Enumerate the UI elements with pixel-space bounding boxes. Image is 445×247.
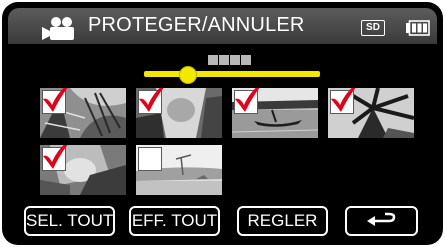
return-arrow-icon	[367, 212, 396, 226]
title-bar: PROTEGER/ANNULER SD	[8, 8, 437, 44]
page-dots-icon	[208, 55, 251, 65]
select-checkbox[interactable]	[138, 147, 162, 171]
thumbnail-5[interactable]	[40, 145, 126, 195]
scroll-thumb[interactable]	[179, 66, 197, 84]
checkmark-icon	[235, 88, 260, 112]
back-button[interactable]	[345, 206, 418, 236]
thumbnail-4[interactable]	[328, 88, 414, 138]
battery-full-icon	[406, 20, 430, 36]
video-camera-icon	[42, 17, 74, 40]
checkmark-icon	[43, 145, 68, 169]
set-button[interactable]: REGLER	[237, 206, 328, 236]
sd-card-badge: SD	[361, 20, 385, 36]
clear-all-button[interactable]: EFF. TOUT	[129, 206, 220, 236]
thumbnail-6[interactable]	[136, 145, 222, 195]
checkmark-icon	[331, 88, 356, 112]
checkmark-icon	[43, 88, 68, 112]
lcd-screen: PROTEGER/ANNULER SD SEL. TOUT EFF. TOUT …	[2, 2, 443, 245]
checkmark-icon	[139, 88, 164, 112]
scroll-bar[interactable]	[144, 71, 320, 77]
thumbnail-3[interactable]	[232, 88, 318, 138]
page-title: PROTEGER/ANNULER	[88, 14, 305, 36]
thumbnail-1[interactable]	[40, 88, 126, 138]
thumbnail-2[interactable]	[136, 88, 222, 138]
select-all-button[interactable]: SEL. TOUT	[24, 206, 115, 236]
